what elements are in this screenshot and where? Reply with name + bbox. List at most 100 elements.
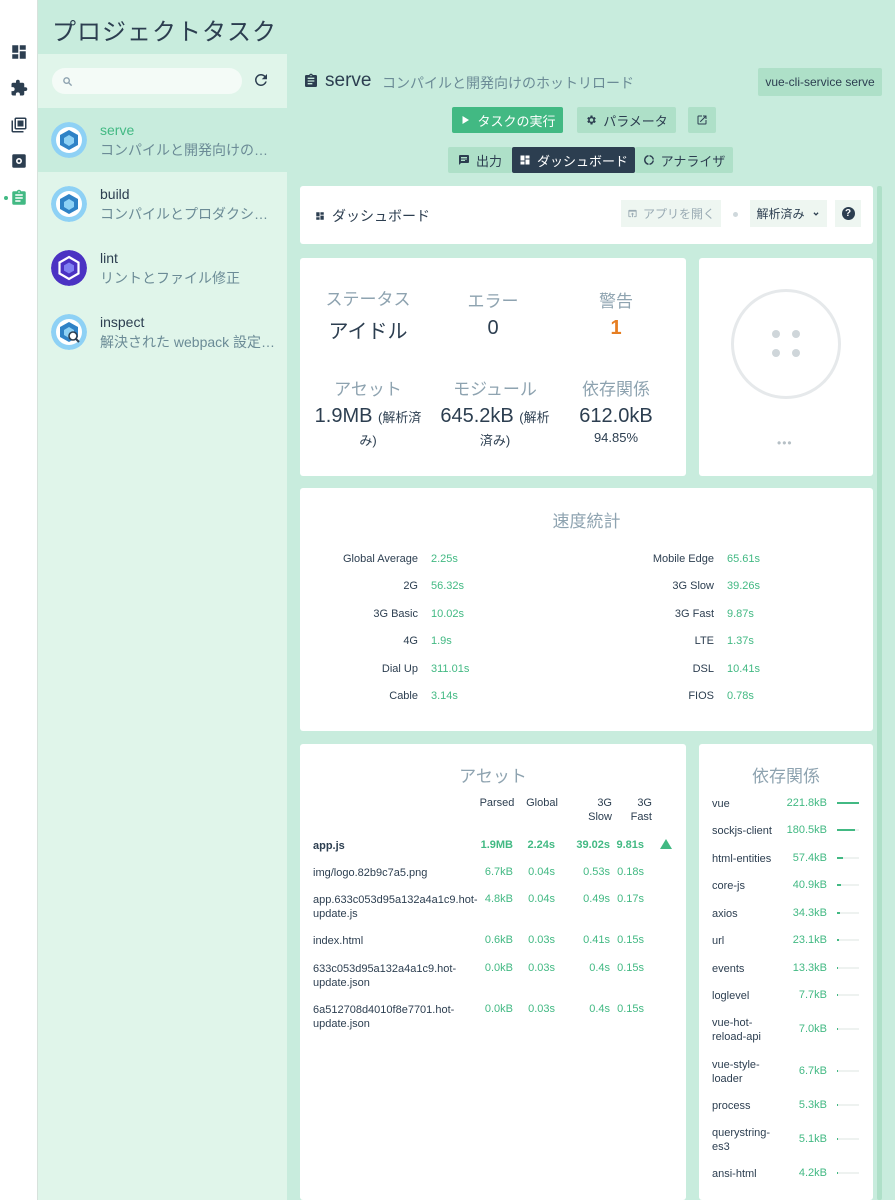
- parameters-button[interactable]: パラメータ: [577, 107, 676, 133]
- dependency-size: 180.5kB: [786, 824, 827, 836]
- speed-row: Global Average 2.25s: [300, 553, 458, 565]
- gear-icon: [587, 115, 596, 125]
- speed-label: 3G Slow: [672, 580, 714, 593]
- dependency-bar-fill: [837, 1028, 838, 1030]
- modules-note-cont: 済み): [479, 433, 511, 448]
- asset-parsed: 0.0kB: [484, 1003, 513, 1015]
- help-button[interactable]: ?: [835, 200, 861, 227]
- search-input[interactable]: [52, 68, 242, 94]
- asset-name: 6a512708d4010f8e7701.hot-update.json: [313, 1004, 455, 1030]
- speed-value: 3.14s: [431, 690, 458, 702]
- task-list-panel: serve コンパイルと開発向けのホットリロード build コンパイルとプロダ…: [38, 54, 287, 1200]
- more-indicator: •••: [777, 436, 793, 450]
- plugins-icon[interactable]: [0, 73, 38, 103]
- dependency-bar: [837, 884, 859, 886]
- dependency-bar-fill: [837, 1070, 838, 1072]
- speed-value: 39.26s: [727, 580, 761, 593]
- open-in-browser-icon: [628, 209, 637, 218]
- webpack-icon: [51, 122, 87, 158]
- tab-output-label: 出力: [475, 153, 502, 169]
- dependency-size: 40.9kB: [792, 879, 827, 891]
- speed-row: Cable 3.14s: [300, 690, 458, 702]
- dependency-bar: [837, 967, 859, 969]
- task-name: inspect: [100, 314, 145, 330]
- dependency-bar-fill: [837, 1138, 838, 1140]
- dependency-bar-fill: [837, 939, 840, 941]
- asset-slow: 0.53s: [583, 866, 610, 878]
- open-app-button[interactable]: アプリを開く: [621, 200, 721, 227]
- speed-value: 1.37s: [727, 635, 754, 648]
- speed-label: Mobile Edge: [652, 553, 714, 565]
- speed-row: Dial Up 311.01s: [300, 663, 469, 675]
- donut-chart-icon: [643, 155, 654, 165]
- task-name: serve: [100, 122, 135, 138]
- task-item-inspect[interactable]: inspect 解決された webpack 設定を確認: [38, 300, 287, 364]
- dependency-size: 34.3kB: [792, 907, 827, 919]
- dependency-bar: [837, 802, 859, 804]
- dependency-name: querystring-es3: [712, 1127, 771, 1153]
- dependency-bar: [837, 1172, 859, 1174]
- warning-icon: [660, 839, 672, 849]
- dependency-name: vue-hot-reload-api: [712, 1017, 761, 1043]
- asset-parsed: 4.8kB: [484, 893, 513, 905]
- server-card: •••: [699, 258, 873, 476]
- asset-slow: 0.49s: [583, 893, 610, 905]
- asset-parsed: 6.7kB: [484, 866, 513, 878]
- tab-analyzer[interactable]: アナライザ: [635, 147, 733, 173]
- errors-label: エラー: [467, 292, 519, 311]
- tab-dashboard[interactable]: ダッシュボード: [512, 147, 635, 173]
- dependency-bar-fill: [837, 829, 855, 831]
- dependency-size: 23.1kB: [792, 934, 827, 946]
- dependency-bar-fill: [837, 1172, 838, 1174]
- task-title-text: serve: [325, 70, 372, 91]
- dependency-bar-fill: [837, 967, 839, 969]
- assets-card: アセット Parsed Global 3G Slow 3G Fast app.j…: [300, 744, 686, 1200]
- asset-parsed: 1.9MB: [480, 839, 513, 851]
- column-header: 3G Fast: [630, 797, 652, 823]
- mode-select[interactable]: 解析済み: [750, 200, 827, 227]
- speed-row: FIOS 0.78s: [596, 690, 754, 702]
- tasks-icon[interactable]: [0, 183, 38, 213]
- speed-label: 4G: [403, 635, 418, 648]
- status-card: ステータス アイドル エラー 0 警告 1 アセット 1.9MB (解析済 み)…: [300, 258, 686, 476]
- dependency-bar: [837, 1138, 859, 1140]
- refresh-icon[interactable]: [252, 71, 270, 89]
- asset-name: index.html: [313, 935, 364, 947]
- dependency-bar: [837, 912, 859, 914]
- speed-value: 9.87s: [727, 607, 754, 620]
- run-task-button[interactable]: タスクの実行: [452, 107, 563, 133]
- tab-output[interactable]: 出力: [448, 147, 512, 173]
- dependencies-icon[interactable]: [0, 110, 38, 140]
- config-icon[interactable]: [0, 146, 38, 176]
- speed-value: 65.61s: [727, 553, 761, 565]
- speed-value: 311.01s: [431, 662, 470, 675]
- task-item-lint[interactable]: lint リントとファイル修正: [38, 236, 287, 300]
- dashboard-icon[interactable]: [0, 37, 38, 67]
- loading-dot: [792, 330, 800, 338]
- deps-label: 依存関係: [582, 380, 650, 399]
- dependency-bar: [837, 1028, 859, 1030]
- asset-fast: 0.15s: [617, 934, 644, 946]
- open-external-button[interactable]: [688, 107, 716, 133]
- help-icon: ?: [841, 207, 855, 220]
- asset-slow: 0.41s: [583, 934, 610, 946]
- dependency-size: 13.3kB: [792, 962, 827, 974]
- dependency-size: 5.1kB: [798, 1133, 827, 1145]
- modules-value: 645.2kB: [440, 405, 514, 427]
- assets-label: アセット: [334, 380, 402, 399]
- task-item-serve[interactable]: serve コンパイルと開発向けのホットリロード: [38, 108, 287, 172]
- speed-label: Global Average: [342, 553, 418, 565]
- task-item-build[interactable]: build コンパイルとプロダクション向けの最小化: [38, 172, 287, 236]
- mode-select-value: 解析済み: [756, 207, 805, 221]
- dependency-name: axios: [712, 908, 738, 920]
- dependency-size: 7.7kB: [798, 989, 827, 1001]
- errors-stat: エラー 0: [433, 287, 553, 340]
- column-header: Global: [526, 797, 558, 809]
- page-title: プロジェクトタスク: [52, 19, 277, 46]
- asset-global: 0.04s: [528, 866, 555, 878]
- dependency-bar-fill: [837, 994, 838, 996]
- scrollbar[interactable]: [877, 186, 882, 1200]
- asset-global: 0.04s: [528, 893, 555, 905]
- speed-row: LTE 1.37s: [596, 635, 754, 647]
- dependency-bar-fill: [837, 857, 843, 859]
